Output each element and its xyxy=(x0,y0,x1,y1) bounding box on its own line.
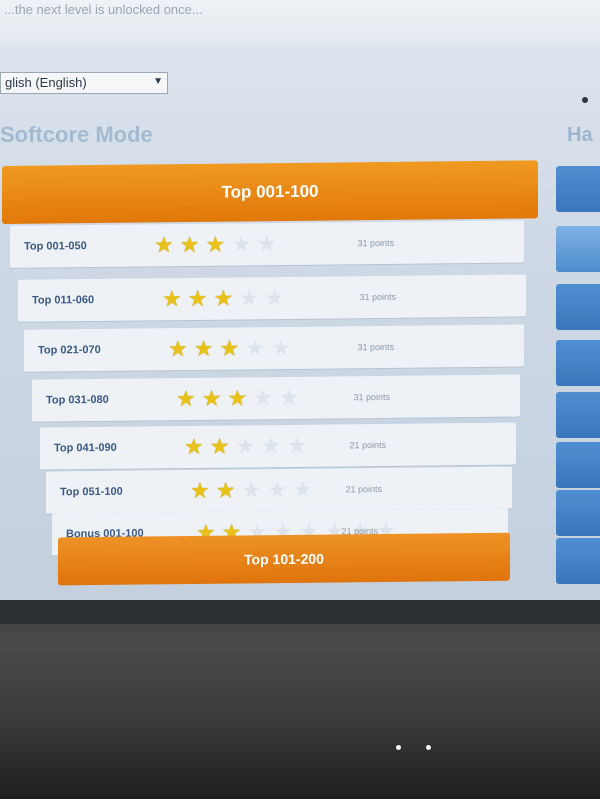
power-led-icon xyxy=(396,745,401,750)
star-icon: ★ xyxy=(227,385,248,411)
level-row-label: Top 021-070 xyxy=(38,343,101,357)
level-row-score: 31 points xyxy=(357,237,394,249)
language-select-value: glish (English) xyxy=(5,75,87,90)
level-row[interactable]: Top 001-050 ★ ★ ★ ★ ★ 31 points xyxy=(10,220,524,268)
unlock-notice: ...the next level is unlocked once... xyxy=(0,0,600,44)
star-icon: ★ xyxy=(205,231,226,257)
level-row[interactable]: Top 031-080 ★ ★ ★ ★ ★ 31 points xyxy=(32,374,520,422)
right-column-button[interactable] xyxy=(556,442,600,488)
star-icon: ★ xyxy=(187,285,208,312)
right-column-button[interactable] xyxy=(556,284,600,330)
star-icon: ★ xyxy=(193,335,214,361)
star-icon: ★ xyxy=(209,433,230,459)
star-rating: ★ ★ ★ ★ ★ xyxy=(162,285,285,312)
star-icon: ★ xyxy=(219,335,240,361)
level-row-label: Top 011-060 xyxy=(32,294,95,307)
right-column-button[interactable] xyxy=(556,166,600,212)
star-rating: ★ ★ ★ ★ ★ xyxy=(168,334,291,362)
star-icon: ★ xyxy=(235,433,256,459)
level-row[interactable]: Top 051-100 ★ ★ ★ ★ ★ 21 points xyxy=(46,466,512,514)
star-icon: ★ xyxy=(278,384,299,411)
star-icon: ★ xyxy=(241,477,262,503)
star-icon: ★ xyxy=(239,285,259,311)
level-row-score: 21 points xyxy=(349,439,386,451)
level-row-label: Top 051-100 xyxy=(60,485,123,499)
star-icon: ★ xyxy=(213,285,234,311)
star-icon: ★ xyxy=(231,231,251,257)
level-row-label: Top 001-050 xyxy=(24,240,87,253)
star-icon: ★ xyxy=(270,334,291,361)
chevron-down-icon: ▼ xyxy=(153,76,163,87)
star-icon: ★ xyxy=(168,336,188,362)
power-led-icon xyxy=(426,745,431,750)
language-select[interactable]: glish (English) ▼ xyxy=(0,72,168,94)
level-row[interactable]: Top 021-070 ★ ★ ★ ★ ★ 31 points xyxy=(24,324,524,372)
star-icon: ★ xyxy=(256,231,277,257)
monitor-screen: ...the next level is unlocked once... gl… xyxy=(0,0,600,612)
star-icon: ★ xyxy=(286,432,307,458)
level-row-score: 31 points xyxy=(359,291,396,303)
star-icon: ★ xyxy=(253,385,273,411)
star-rating: ★ ★ ★ ★ ★ xyxy=(154,231,277,258)
star-rating: ★ ★ ★ ★ ★ xyxy=(176,384,299,412)
star-icon: ★ xyxy=(267,476,287,503)
level-panel: Top 001-100 Top 001-050 ★ ★ ★ ★ ★ 31 points Top… xyxy=(0,160,540,612)
star-icon: ★ xyxy=(261,433,281,459)
right-column-button[interactable] xyxy=(556,392,600,438)
next-level-group-button[interactable]: Top 101-200 xyxy=(58,532,510,586)
level-row-score: 31 points xyxy=(357,341,394,353)
star-icon: ★ xyxy=(292,476,313,502)
right-column-button[interactable] xyxy=(556,226,600,272)
star-icon: ★ xyxy=(154,232,174,258)
star-icon: ★ xyxy=(201,385,222,411)
star-icon: ★ xyxy=(215,477,236,503)
star-icon: ★ xyxy=(162,286,182,312)
star-rating: ★ ★ ★ ★ ★ xyxy=(184,432,307,460)
menu-dot-icon xyxy=(582,97,588,103)
level-group-header[interactable]: Top 001-100 xyxy=(2,160,538,224)
level-row-label: Top 041-090 xyxy=(54,441,117,455)
star-icon: ★ xyxy=(190,477,210,504)
right-column-button[interactable] xyxy=(556,538,600,584)
star-rating: ★ ★ ★ ★ ★ xyxy=(190,476,313,504)
level-row[interactable]: Top 011-060 ★ ★ ★ ★ ★ 31 points xyxy=(18,274,526,322)
level-row-label: Top 031-080 xyxy=(46,393,109,407)
monitor-bezel xyxy=(0,600,600,799)
screen-edge xyxy=(0,600,600,624)
level-row-score: 31 points xyxy=(353,391,390,403)
right-column-button[interactable] xyxy=(556,340,600,386)
star-icon: ★ xyxy=(176,385,196,412)
star-icon: ★ xyxy=(245,335,265,361)
star-icon: ★ xyxy=(264,285,285,311)
level-row[interactable]: Top 041-090 ★ ★ ★ ★ ★ 21 points xyxy=(40,422,516,470)
mode-title: Softcore Mode xyxy=(0,122,153,147)
level-row-score: 21 points xyxy=(345,483,382,495)
star-icon: ★ xyxy=(179,231,200,258)
right-column-title: Ha xyxy=(567,124,593,146)
star-icon: ★ xyxy=(184,433,204,460)
right-column-button[interactable] xyxy=(556,490,600,536)
